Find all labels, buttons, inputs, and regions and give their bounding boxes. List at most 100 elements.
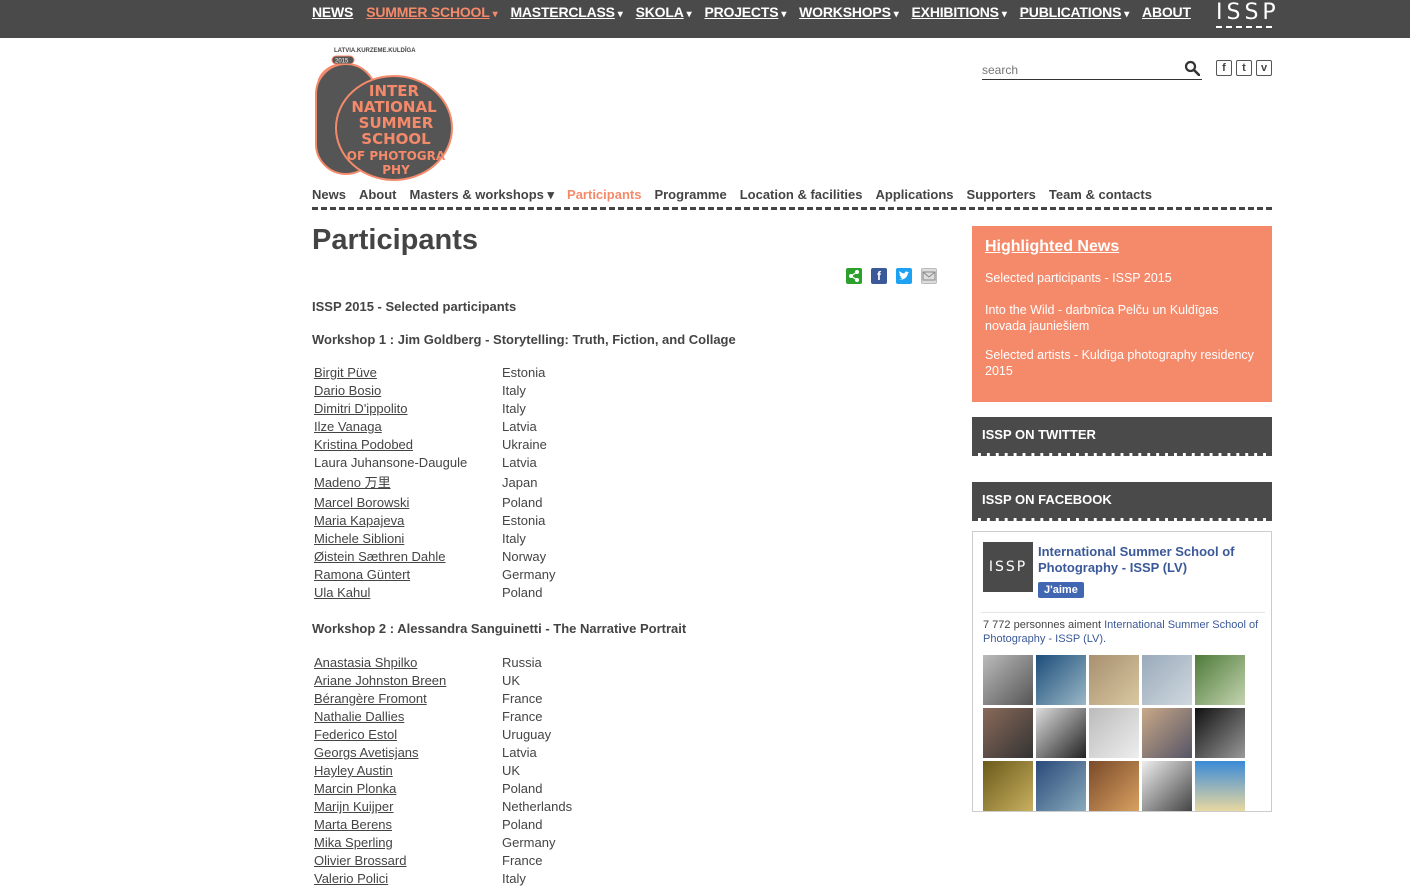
search-box [982,58,1202,80]
fb-fan-avatar[interactable] [1036,655,1086,705]
participant-country: Norway [502,549,547,564]
facebook-section-title: ISSP ON FACEBOOK [982,492,1112,507]
participant-link[interactable]: Dimitri D'ippolito [314,400,502,418]
fb-fan-avatar[interactable] [983,655,1033,705]
summer-school-logo[interactable]: LATVIA.KURZEME.KULDĪGA 2015 INTER NATION… [314,46,454,181]
participant-link[interactable]: Marcel Borowski [314,492,502,512]
top-nav-about[interactable]: ABOUT [1142,4,1191,20]
fb-fan-avatar[interactable] [1142,708,1192,758]
subnav-team-contacts[interactable]: Team & contacts [1049,187,1152,203]
participant-link[interactable]: Madeno 万里 [314,472,502,492]
news-link[interactable]: Selected participants - ISSP 2015 [985,270,1259,286]
fb-fan-avatar[interactable] [983,761,1033,811]
section-divider [972,518,1272,521]
facebook-share-icon[interactable]: f [871,268,887,284]
search-icon[interactable] [1184,60,1201,81]
top-nav-skola[interactable]: SKOLA ▾ [636,4,692,20]
participant-link[interactable]: Olivier Brossard [314,852,502,870]
participant-link[interactable]: Federico Estol [314,726,502,744]
participant-link[interactable]: Anastasia Shpilko [314,654,502,672]
participant-link[interactable]: Øistein Sæthren Dahle [314,548,502,566]
top-nav-news[interactable]: NEWS [312,4,353,20]
participant-link[interactable]: Bérangère Fromont [314,690,502,708]
facebook-widget: ISSP International Summer School of Phot… [972,531,1272,812]
fb-like-button[interactable]: J'aime [1038,582,1084,598]
fb-fan-avatar[interactable] [1195,761,1245,811]
participant-country: France [502,853,543,868]
fb-fan-avatar[interactable] [1142,761,1192,811]
twitter-share-icon[interactable] [896,268,912,284]
top-nav-summer-school[interactable]: SUMMER SCHOOL ▾ [366,4,497,20]
participant-link[interactable]: Hayley Austin [314,762,502,780]
top-nav-workshops[interactable]: WORKSHOPS ▾ [799,4,899,20]
workshop-2-list: Anastasia Shpilko Russia Ariane Johnston … [314,654,714,888]
top-nav-masterclass[interactable]: MASTERCLASS ▾ [510,4,622,20]
participant-link[interactable]: Ariane Johnston Breen [314,672,502,690]
fb-page-logo[interactable]: ISSP [983,542,1033,592]
participant-link[interactable]: Marcin Plonka [314,780,502,798]
subnav-location[interactable]: Location & facilities [740,187,863,203]
participant-link[interactable]: Dario Bosio [314,382,502,400]
issp-logo[interactable]: ISSP [1216,0,1280,28]
subnav-about[interactable]: About [359,187,397,203]
participant-country: Latvia [502,419,537,434]
participant-link[interactable]: Georgs Avetisjans [314,744,502,762]
nav-divider [312,207,1272,210]
participant-link[interactable]: Marijn Kuijper [314,798,502,816]
subnav-news[interactable]: News [312,187,346,203]
subnav-masters-workshops[interactable]: Masters & workshops ▾ [410,187,555,203]
participant-country: Estonia [502,365,546,380]
facebook-icon[interactable]: f [1216,60,1232,76]
svg-text:SCHOOL: SCHOOL [361,130,431,148]
subnav-programme[interactable]: Programme [654,187,726,203]
share-icon[interactable] [846,268,862,284]
highlighted-news: Highlighted News Selected participants -… [972,226,1272,402]
fb-fan-avatar[interactable] [1036,761,1086,811]
participant-link[interactable]: Marta Berens [314,816,502,834]
search-input[interactable] [982,58,1172,78]
subnav-participants[interactable]: Participants [567,187,641,203]
participant-country: UK [502,673,521,688]
email-share-icon[interactable] [921,268,937,284]
fb-fan-avatar[interactable] [1089,708,1139,758]
fb-page-name[interactable]: International Summer School of Photograp… [1038,544,1258,576]
highlighted-news-title[interactable]: Highlighted News [985,238,1259,256]
news-link[interactable]: Into the Wild - darbnīca Pelču un Kuldīg… [985,302,1259,334]
fb-faces-grid [983,655,1245,811]
subnav-applications[interactable]: Applications [876,187,954,203]
twitter-icon[interactable]: t [1236,60,1252,76]
top-nav-exhibitions[interactable]: EXHIBITIONS ▾ [912,4,1007,20]
participant-link[interactable]: Birgit Püve [314,364,502,382]
divider [981,612,1265,613]
top-nav-projects[interactable]: PROJECTS ▾ [704,4,786,20]
fb-fan-avatar[interactable] [983,708,1033,758]
participant-link[interactable]: Kristina Podobed [314,436,502,454]
participant-link[interactable]: Mika Sperling [314,834,502,852]
participant-link[interactable]: Maria Kapajeva [314,512,502,530]
chevron-down-icon: ▾ [492,9,498,20]
participant-country: Ukraine [502,437,547,452]
participant-link[interactable]: Nathalie Dallies [314,708,502,726]
fb-fan-avatar[interactable] [1142,655,1192,705]
participant-link[interactable]: Ramona Güntert [314,566,502,584]
top-nav-publications[interactable]: PUBLICATIONS ▾ [1020,4,1130,20]
vimeo-icon[interactable]: v [1256,60,1272,76]
participant-country: Russia [502,655,542,670]
participant-link[interactable]: Ula Kahul [314,584,502,602]
participant-link[interactable]: Valerio Polici [314,870,502,888]
workshop-2-heading: Workshop 2 : Alessandra Sanguinetti - Th… [312,621,687,636]
fb-fan-avatar[interactable] [1195,655,1245,705]
participant-link[interactable]: Michele Siblioni [314,530,502,548]
participant-link[interactable]: Ilze Vanaga [314,418,502,436]
subnav-supporters[interactable]: Supporters [967,187,1036,203]
fb-fan-avatar[interactable] [1089,761,1139,811]
table-row: Øistein Sæthren Dahle Norway [314,548,714,566]
chevron-down-icon: ▾ [1124,9,1130,20]
fb-fan-avatar[interactable] [1089,655,1139,705]
fb-fan-avatar[interactable] [1195,708,1245,758]
fb-fan-avatar[interactable] [1036,708,1086,758]
news-link[interactable]: Selected artists - Kuldīga photography r… [985,347,1259,379]
section-divider [972,453,1272,456]
share-bar: f [846,268,937,284]
chevron-down-icon: ▾ [893,9,899,20]
